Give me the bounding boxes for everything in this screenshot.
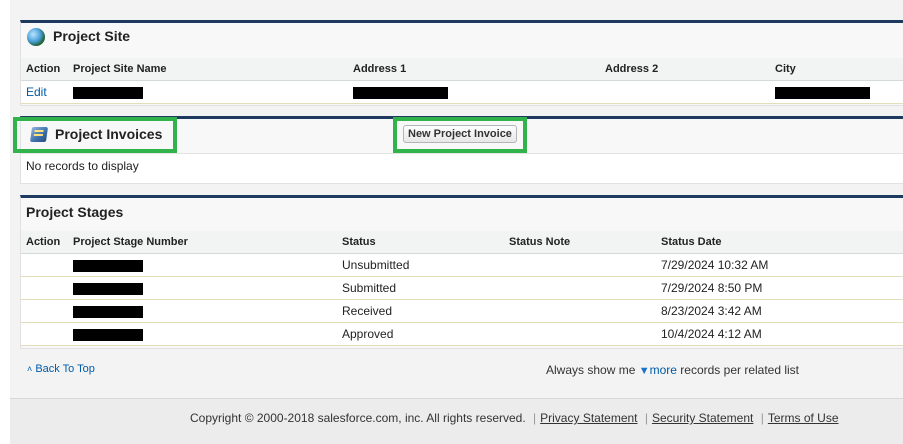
globe-icon [27, 28, 45, 46]
status-cell: Received [337, 299, 504, 323]
status-date-cell: 7/29/2024 8:50 PM [656, 276, 903, 300]
column-header-status-note[interactable]: Status Note [504, 231, 656, 254]
column-header-city[interactable]: City [770, 58, 903, 81]
table-header-row: Action Project Site Name Address 1 Addre… [21, 58, 903, 81]
table-row: Submitted 7/29/2024 8:50 PM [21, 276, 903, 300]
table-row: Received 8/23/2024 3:42 AM [21, 299, 903, 323]
redacted-site-name [73, 86, 143, 99]
table-row: Approved 10/4/2024 4:12 AM [21, 322, 903, 346]
column-header-action: Action [21, 231, 68, 254]
footer-separator: | [533, 411, 537, 425]
no-records-message: No records to display [21, 153, 903, 183]
project-site-panel: Project Site Action Project Site Name Ad… [20, 20, 903, 106]
project-site-table: Action Project Site Name Address 1 Addre… [21, 58, 903, 104]
show-more-records: Always show me ▼more records per related… [546, 363, 799, 377]
project-stages-table: Action Project Stage Number Status Statu… [21, 231, 903, 346]
column-header-status-date[interactable]: Status Date [656, 231, 903, 254]
column-header-project-site-name[interactable]: Project Site Name [68, 58, 348, 81]
redacted-stage-number [73, 305, 143, 318]
copyright-text: Copyright © 2000-2018 salesforce.com, in… [190, 411, 526, 425]
redacted-city [775, 86, 870, 99]
highlight-new-invoice-button [393, 117, 527, 153]
privacy-statement-link[interactable]: Privacy Statement [540, 411, 637, 425]
highlight-project-invoices [13, 117, 177, 153]
column-header-address-1[interactable]: Address 1 [348, 58, 600, 81]
redacted-address-1 [353, 86, 448, 99]
project-site-title: Project Site [53, 28, 131, 44]
column-header-action: Action [21, 58, 68, 81]
footer: Copyright © 2000-2018 salesforce.com, in… [190, 411, 839, 425]
status-date-cell: 7/29/2024 10:32 AM [656, 253, 903, 277]
table-header-row: Action Project Stage Number Status Statu… [21, 231, 903, 254]
back-to-top-link[interactable]: ˄ Back To Top [27, 363, 95, 375]
back-to-top-label: Back To Top [35, 363, 95, 375]
triangle-down-icon[interactable]: ▼ [639, 365, 650, 377]
security-statement-link[interactable]: Security Statement [652, 411, 753, 425]
status-date-cell: 8/23/2024 3:42 AM [656, 299, 903, 323]
redacted-stage-number [73, 259, 143, 272]
column-header-project-stage-number[interactable]: Project Stage Number [68, 231, 337, 254]
more-link[interactable]: more [650, 363, 677, 377]
terms-of-use-link[interactable]: Terms of Use [768, 411, 839, 425]
column-header-status[interactable]: Status [337, 231, 504, 254]
project-stages-title: Project Stages [26, 204, 124, 220]
status-date-cell: 10/4/2024 4:12 AM [656, 322, 903, 346]
chevron-up-icon: ˄ [27, 364, 33, 374]
project-site-header: Project Site [21, 23, 903, 51]
status-cell: Approved [337, 322, 504, 346]
column-header-address-2[interactable]: Address 2 [600, 58, 770, 81]
redacted-stage-number [73, 282, 143, 295]
footer-separator: | [644, 411, 648, 425]
project-stages-header: Project Stages [21, 198, 903, 226]
status-cell: Submitted [337, 276, 504, 300]
edit-link[interactable]: Edit [26, 85, 47, 99]
redacted-stage-number [73, 328, 143, 341]
project-stages-panel: Project Stages Action Project Stage Numb… [20, 195, 903, 349]
status-cell: Unsubmitted [337, 253, 504, 277]
footer-separator: | [760, 411, 764, 425]
show-suffix-text: records per related list [680, 363, 800, 377]
show-prefix-text: Always show me [546, 363, 636, 377]
table-row: Unsubmitted 7/29/2024 10:32 AM [21, 253, 903, 277]
table-row: Edit [21, 80, 903, 104]
